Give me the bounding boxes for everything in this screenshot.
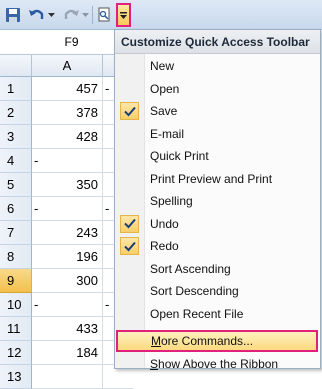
menu-item-label: Spelling (150, 194, 193, 208)
cell-a[interactable]: 457 (32, 77, 103, 101)
row-header[interactable]: 1 (0, 77, 32, 101)
menu-item-label: Print Preview and Print (150, 171, 273, 186)
customize-toolbar-menu: Customize Quick Access Toolbar New Open Sa… (114, 29, 321, 371)
row-header[interactable]: 8 (0, 245, 32, 269)
menu-item-sort-descending[interactable]: Sort Descending (115, 280, 320, 302)
row-header[interactable]: 13 (0, 365, 32, 389)
cell-a[interactable]: - (32, 197, 103, 221)
cell-a[interactable]: 300 (32, 269, 103, 293)
checkmark-icon (120, 102, 139, 120)
menu-item-quick-print[interactable]: Quick Print (115, 145, 320, 167)
cell-a[interactable]: 196 (32, 245, 103, 269)
cell-a[interactable] (32, 365, 103, 389)
menu-item-redo[interactable]: Redo (115, 235, 320, 257)
menu-item-label: More Commands... (151, 334, 254, 348)
cell-a[interactable]: 243 (32, 221, 103, 245)
menu-item-save[interactable]: Save (115, 100, 320, 122)
menu-item-print-preview-and-print[interactable]: Print Preview and Print (115, 168, 320, 190)
row-header[interactable]: 2 (0, 101, 32, 125)
row-header[interactable]: 4 (0, 149, 32, 173)
menu-item-label: Show Above the Ribbon (150, 356, 279, 371)
menu-item-label: Save (150, 104, 178, 118)
cell-a[interactable]: 350 (32, 173, 103, 197)
menu-item-sort-ascending[interactable]: Sort Ascending (115, 258, 320, 280)
print-preview-icon[interactable] (96, 5, 112, 25)
redo-icon[interactable] (61, 5, 81, 25)
row-header[interactable]: 3 (0, 125, 32, 149)
undo-icon[interactable] (27, 5, 47, 25)
cell-a[interactable]: 184 (32, 341, 103, 365)
menu-item-open-recent-file[interactable]: Open Recent File (115, 303, 320, 325)
row-header[interactable]: 5 (0, 173, 32, 197)
menu-item-label: Open Recent File (150, 306, 244, 321)
select-all-corner[interactable] (0, 55, 32, 77)
checkmark-icon (120, 237, 139, 255)
menu-item-label: Sort Descending (150, 284, 239, 298)
cell-a[interactable]: 378 (32, 101, 103, 125)
menu-item-more-commands[interactable]: More Commands... (116, 330, 318, 352)
toolbar-separator (92, 6, 93, 24)
row-header[interactable]: 10 (0, 293, 32, 317)
menu-item-open[interactable]: Open (115, 78, 320, 100)
cell-a[interactable]: - (32, 149, 103, 173)
redo-dropdown-icon[interactable] (81, 5, 90, 25)
menu-item-label: Redo (150, 239, 179, 253)
menu-item-new[interactable]: New (115, 55, 320, 77)
column-header-a[interactable]: A (32, 55, 103, 77)
quick-access-toolbar (0, 0, 322, 30)
customize-toolbar-button[interactable] (116, 3, 131, 27)
row-header[interactable]: 11 (0, 317, 32, 341)
row-header[interactable]: 6 (0, 197, 32, 221)
menu-item-e-mail[interactable]: E-mail (115, 123, 320, 145)
menu-item-undo[interactable]: Undo (115, 213, 320, 235)
cell-a[interactable]: - (32, 293, 103, 317)
checkmark-icon (120, 214, 139, 233)
row-header[interactable]: 12 (0, 341, 32, 365)
menu-item-label: Sort Ascending (150, 261, 231, 276)
undo-dropdown-icon[interactable] (47, 5, 56, 25)
menu-item-label: Quick Print (150, 149, 209, 163)
save-icon[interactable] (4, 5, 22, 25)
menu-item-show-above-the-ribbon[interactable]: Show Above the Ribbon (115, 353, 320, 375)
menu-title: Customize Quick Access Toolbar (115, 30, 320, 54)
cell-a[interactable]: 433 (32, 317, 103, 341)
menu-item-label: New (150, 59, 175, 73)
row-header[interactable]: 7 (0, 221, 32, 245)
row-header[interactable]: 9 (0, 269, 32, 293)
menu-item-label: E-mail (150, 126, 185, 141)
menu-item-spelling[interactable]: Spelling (115, 190, 320, 212)
menu-item-label: Undo (150, 216, 179, 231)
menu-item-label: Open (150, 81, 180, 96)
cell-a[interactable]: 428 (32, 125, 103, 149)
